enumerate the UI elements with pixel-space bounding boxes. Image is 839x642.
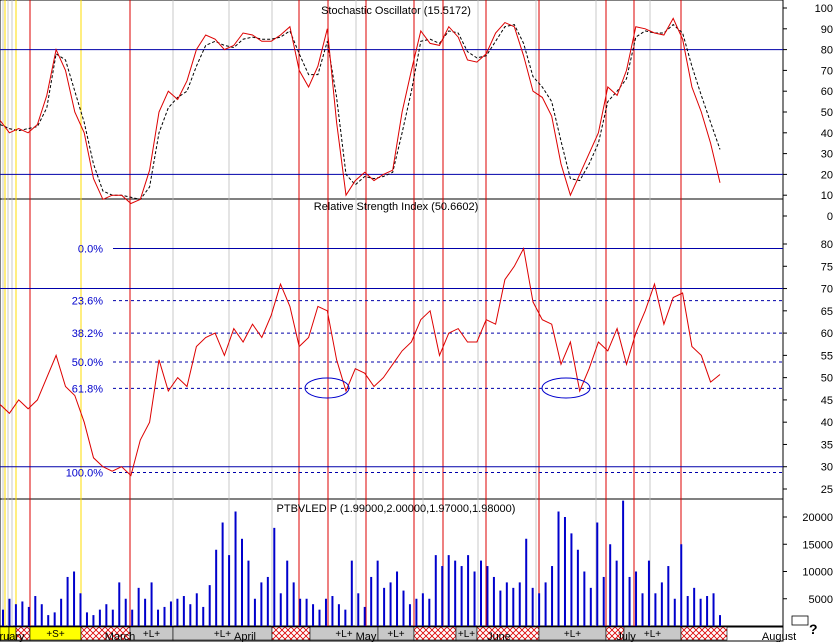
stochastic-y-tick-label: 80 xyxy=(821,45,833,57)
y-axis-ticks: 0 10 20 30 40 50 60 70 80 90 100 25 30 35 40 45 50 55 60 65… xyxy=(783,3,833,606)
x-month-label: June xyxy=(487,631,511,642)
volume-bars xyxy=(2,500,721,626)
stochastic-y-tick-label: 70 xyxy=(821,65,833,77)
stochastic-y-tick-label: 60 xyxy=(821,86,833,98)
rsi-title: Relative Strength Index (50.6602) xyxy=(314,201,479,213)
signal-segment-label: +L+ xyxy=(143,629,160,640)
stochastic-signal-line xyxy=(0,23,721,200)
fibonacci-level-label: 23.6% xyxy=(72,296,103,308)
signal-segment-hatched xyxy=(271,626,311,641)
x-month-label: August xyxy=(762,631,796,642)
fibonacci-labels: 0.0% 23.6% 38.2% 50.0% 61.8% 100.0% xyxy=(66,243,104,479)
rsi-y-tick-label: 40 xyxy=(821,417,833,429)
rsi-y-tick-label: 45 xyxy=(821,395,833,407)
stochastic-y-tick-label: 50 xyxy=(821,107,833,119)
volume-y-tick-label: 20000 xyxy=(802,512,833,524)
fibonacci-level-label: 50.0% xyxy=(72,357,103,369)
stochastic-y-tick-label: 90 xyxy=(821,24,833,36)
vertical-lines xyxy=(2,0,682,626)
volume-y-tick-label: 10000 xyxy=(802,567,833,579)
x-month-label: May xyxy=(356,631,377,642)
corner-question-mark: ? xyxy=(809,621,818,637)
rsi-y-tick-label: 60 xyxy=(821,328,833,340)
stochastic-title: Stochastic Oscillator (15.5172) xyxy=(321,5,471,17)
rsi-y-tick-label: 70 xyxy=(821,284,833,296)
fibonacci-level-label: 61.8% xyxy=(72,383,103,395)
rsi-y-tick-label: 55 xyxy=(821,350,833,362)
signal-segment-hatched xyxy=(413,626,457,641)
signal-segment-label: +L+ xyxy=(458,629,475,640)
rsi-y-tick-label: 25 xyxy=(821,484,833,496)
stochastic-main-line xyxy=(0,17,721,205)
series-layer xyxy=(0,17,721,477)
stochastic-y-tick-label: 40 xyxy=(821,128,833,140)
fibonacci-level-label: 38.2% xyxy=(72,328,103,340)
x-month-label: April xyxy=(234,631,256,642)
x-month-label: ruary xyxy=(0,631,25,642)
rsi-y-tick-label: 30 xyxy=(821,462,833,474)
signal-segment-label: +S+ xyxy=(46,629,65,640)
axis-corner-box xyxy=(791,615,809,626)
rsi-y-tick-label: 75 xyxy=(821,261,833,273)
signal-segment-label: +L+ xyxy=(644,629,661,640)
volume-y-tick-label: 15000 xyxy=(802,539,833,551)
volume-y-tick-label: 5000 xyxy=(809,594,833,606)
stochastic-y-tick-label: 0 xyxy=(827,211,833,223)
panel-stochastic-frame xyxy=(0,0,784,200)
rsi-y-tick-label: 50 xyxy=(821,373,833,385)
rsi-y-tick-label: 80 xyxy=(821,239,833,251)
stochastic-y-tick-label: 100 xyxy=(815,3,833,15)
reference-lines xyxy=(0,49,783,474)
fibonacci-level-label: 100.0% xyxy=(66,468,104,480)
rsi-y-tick-label: 35 xyxy=(821,439,833,451)
x-month-label: July xyxy=(616,631,636,642)
signal-segment-label: +L+ xyxy=(387,629,404,640)
stochastic-y-tick-label: 20 xyxy=(821,169,833,181)
panel-rsi-frame xyxy=(0,198,784,500)
volume-title: PTBVLED P (1.99000,2.00000,1.97000,1.980… xyxy=(277,503,516,515)
stochastic-y-tick-label: 10 xyxy=(821,190,833,202)
stochastic-y-tick-label: 30 xyxy=(821,149,833,161)
signal-segment-label: +L+ xyxy=(214,629,231,640)
chart-canvas: 0 10 20 30 40 50 60 70 80 90 100 25 30 35 40 45 50 55 60 65… xyxy=(0,0,833,642)
signal-segment-hatched xyxy=(680,626,728,641)
signal-segment-label: +L+ xyxy=(335,629,352,640)
rsi-y-tick-label: 65 xyxy=(821,306,833,318)
fibonacci-level-label: 0.0% xyxy=(78,243,103,255)
x-month-label: March xyxy=(105,631,136,642)
signal-segment-label: +L+ xyxy=(564,629,581,640)
